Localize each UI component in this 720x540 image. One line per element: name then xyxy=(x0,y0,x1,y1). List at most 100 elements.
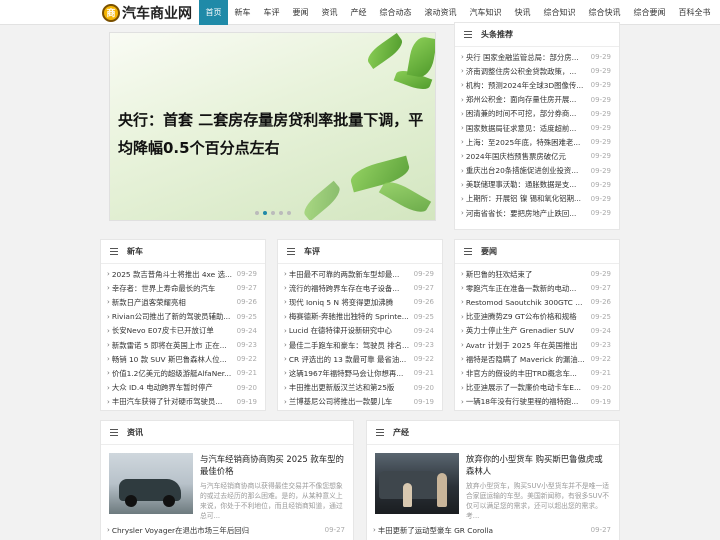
item-title[interactable]: 河南省省长：要把房地产止跌回... xyxy=(466,208,591,219)
list-item[interactable]: › 丰田最不可靠的两款新车型却最... 09-29 xyxy=(284,267,434,281)
list-item[interactable]: › 郑州公积金：面向存量住房开展... 09-29 xyxy=(461,93,611,107)
item-title[interactable]: 最佳二手跑车和豪车：驾驶员 排名... xyxy=(289,340,414,351)
feature-photo[interactable] xyxy=(109,453,193,514)
item-title[interactable]: 丰田更新了运动型豪车 GR Corolla xyxy=(378,525,591,536)
item-title[interactable]: 重庆出台20条措施促进创业投资... xyxy=(466,165,591,176)
carousel-dot[interactable] xyxy=(279,211,283,215)
nav-item[interactable]: 新车 xyxy=(228,0,257,25)
list-item[interactable]: › 上期所：开展铝 镍 锡和氧化铝期... 09-29 xyxy=(461,192,611,206)
list-item[interactable]: › 福特是否隐瞒了 Maverick 的漏油... 09-22 xyxy=(461,352,611,366)
item-title[interactable]: 畅销 10 款 SUV 斯巴鲁森林人位... xyxy=(112,354,237,365)
list-item[interactable]: › 长安Nevo E07皮卡已开放订单 09-24 xyxy=(107,324,257,338)
item-title[interactable]: 梅赛德斯-奔驰推出独特的 Sprinte... xyxy=(289,311,414,322)
list-item[interactable]: › 英力士停止生产 Grenadier SUV 09-24 xyxy=(461,324,611,338)
list-item[interactable]: › 2024年国庆档预售票房破亿元 09-29 xyxy=(461,149,611,163)
list-item[interactable]: › 这辆1967年福特野马会让你想再... 09-21 xyxy=(284,366,434,380)
list-item[interactable]: › 上海：至2025年底，特殊困难老... 09-29 xyxy=(461,135,611,149)
item-title[interactable]: 上期所：开展铝 镍 锡和氧化铝期... xyxy=(466,193,591,204)
nav-item[interactable]: 产经 xyxy=(344,0,373,25)
item-title[interactable]: 新款雷诺 5 即将在英国上市 正在... xyxy=(112,340,237,351)
item-title[interactable]: 幸存者：世界上寿命最长的汽车 xyxy=(112,283,237,294)
list-item[interactable]: › 丰田汽车获得了针对硬币驾驶员... 09-19 xyxy=(107,395,257,409)
item-title[interactable]: 比亚迪腾势Z9 GT公布价格和规格 xyxy=(466,311,591,322)
item-title[interactable]: Rivian公司推出了新的驾驶员辅助... xyxy=(112,311,237,322)
item-title[interactable]: 郑州公积金：面向存量住房开展... xyxy=(466,94,591,105)
item-title[interactable]: 2025 款吉普角斗士将推出 4xe 选... xyxy=(112,269,237,280)
item-title[interactable]: 2024年国庆档预售票房破亿元 xyxy=(466,151,591,162)
nav-item[interactable]: 资讯 xyxy=(315,0,344,25)
item-title[interactable]: 丰田最不可靠的两款新车型却最... xyxy=(289,269,414,280)
item-title[interactable]: 非官方的假设的丰田TRD概念车... xyxy=(466,368,591,379)
list-item[interactable]: › 流行的福特跨界车存在电子设备... 09-27 xyxy=(284,281,434,295)
item-title[interactable]: 机构：预测2024年全球3D图像传... xyxy=(466,80,591,91)
item-title[interactable]: 央行 国家金融监管总局：部分房... xyxy=(466,52,591,63)
carousel-dot[interactable] xyxy=(255,211,259,215)
item-title[interactable]: CR 评选出的 13 款最可靠 最省油... xyxy=(289,354,414,365)
item-title[interactable]: Avatr 计划于 2025 年在英国推出 xyxy=(466,340,591,351)
feature-photo[interactable] xyxy=(375,453,459,514)
item-title[interactable]: 一辆18年没有行驶里程的福特跑... xyxy=(466,396,591,407)
list-item[interactable]: › 最佳二手跑车和豪车：驾驶员 排名... 09-23 xyxy=(284,338,434,352)
item-title[interactable]: 新款日产逍客荣耀亮相 xyxy=(112,297,237,308)
hero-banner[interactable]: 央行：首套 二套房存量房贷利率批量下调，平均降幅0.5个百分点左右 xyxy=(109,32,436,221)
item-title[interactable]: 济南调整住房公积金贷款政策，... xyxy=(466,66,591,77)
list-item[interactable]: › 现代 Ioniq 5 N 将变得更加沸腾 09-26 xyxy=(284,295,434,309)
list-item[interactable]: › 兰博基尼公司将推出一款嬰儿车 09-19 xyxy=(284,395,434,409)
nav-item[interactable]: 综合动态 xyxy=(373,0,418,25)
nav-item[interactable]: 要闻 xyxy=(286,0,315,25)
list-item[interactable]: › Rivian公司推出了新的驾驶员辅助... 09-25 xyxy=(107,310,257,324)
carousel-dot[interactable] xyxy=(271,211,275,215)
list-item[interactable]: › 丰田推出更新版汉兰达和第25版 09-20 xyxy=(284,381,434,395)
list-item[interactable]: › 2025 款吉普角斗士将推出 4xe 选... 09-29 xyxy=(107,267,257,281)
list-item[interactable]: › 一辆18年没有行驶里程的福特跑... 09-19 xyxy=(461,395,611,409)
feature-title[interactable]: 放弃你的小型货车 购买斯巴鲁傲虎或森林人 xyxy=(466,453,611,477)
carousel-dot[interactable] xyxy=(287,211,291,215)
item-title[interactable]: 价值1.2亿美元的超级游艇AlfaNer... xyxy=(112,368,237,379)
item-title[interactable]: 斯巴鲁的狂欢结束了 xyxy=(466,269,591,280)
item-title[interactable]: 上海：至2025年底，特殊困难老... xyxy=(466,137,591,148)
nav-item[interactable]: 综合要闻 xyxy=(627,0,672,25)
list-item[interactable]: › 机构：预测2024年全球3D图像传... 09-29 xyxy=(461,78,611,92)
list-item[interactable]: › 价值1.2亿美元的超级游艇AlfaNer... 09-21 xyxy=(107,366,257,380)
item-title[interactable]: Lucid 在德特律开设新研究中心 xyxy=(289,325,414,336)
item-title[interactable]: 现代 Ioniq 5 N 将变得更加沸腾 xyxy=(289,297,414,308)
list-item[interactable]: › 新款雷诺 5 即将在英国上市 正在... 09-23 xyxy=(107,338,257,352)
list-item[interactable]: › Lucid 在德特律开设新研究中心 09-24 xyxy=(284,324,434,338)
item-title[interactable]: 这辆1967年福特野马会让你想再... xyxy=(289,368,414,379)
feature-title[interactable]: 与汽车经销商协商购买 2025 款车型的最佳价格 xyxy=(200,453,345,477)
list-item[interactable]: › 斯巴鲁的狂欢结束了 09-29 xyxy=(461,267,611,281)
item-title[interactable]: 困清兼的时间不可挖，部分券商... xyxy=(466,108,591,119)
list-item[interactable]: › Restomod Saoutchik 300GTC Ro... 09-26 xyxy=(461,295,611,309)
list-item[interactable]: › Chrysler Voyager在退出市场三年后回归 09-27 xyxy=(107,523,345,537)
item-title[interactable]: 流行的福特跨界车存在电子设备... xyxy=(289,283,414,294)
item-title[interactable]: 长安Nevo E07皮卡已开放订单 xyxy=(112,325,237,336)
item-title[interactable]: 丰田推出更新版汉兰达和第25版 xyxy=(289,382,414,393)
item-title[interactable]: 丰田汽车获得了针对硬币驾驶员... xyxy=(112,396,237,407)
list-item[interactable]: › CR 评选出的 13 款最可靠 最省油... 09-22 xyxy=(284,352,434,366)
list-item[interactable]: › 比亚迪展示了一款廉价电动卡车E... 09-20 xyxy=(461,381,611,395)
item-title[interactable]: 国家数据局征求意见：适度超前... xyxy=(466,123,591,134)
item-title[interactable]: Chrysler Voyager在退出市场三年后回归 xyxy=(112,525,325,536)
item-title[interactable]: 零跑汽车正在准备一款新的电动... xyxy=(466,283,591,294)
list-item[interactable]: › 国家数据局征求意见：适度超前... 09-29 xyxy=(461,121,611,135)
list-item[interactable]: › 幸存者：世界上寿命最长的汽车 09-27 xyxy=(107,281,257,295)
site-logo[interactable]: 商 汽车商业网 xyxy=(102,1,192,24)
item-title[interactable]: Restomod Saoutchik 300GTC Ro... xyxy=(466,298,591,307)
list-item[interactable]: › 新款日产逍客荣耀亮相 09-26 xyxy=(107,295,257,309)
list-item[interactable]: › 美联储理事沃勒：通胀数据是支... 09-29 xyxy=(461,178,611,192)
nav-item[interactable]: 百科全书 xyxy=(672,0,717,25)
item-title[interactable]: 福特是否隐瞒了 Maverick 的漏油... xyxy=(466,354,591,365)
list-item[interactable]: › 济南调整住房公积金贷款政策，... 09-29 xyxy=(461,64,611,78)
list-item[interactable]: › 困清兼的时间不可挖，部分券商... 09-29 xyxy=(461,107,611,121)
list-item[interactable]: › 零跑汽车正在准备一款新的电动... 09-27 xyxy=(461,281,611,295)
list-item[interactable]: › 央行 国家金融监管总局：部分房... 09-29 xyxy=(461,50,611,64)
item-title[interactable]: 比亚迪展示了一款廉价电动卡车E... xyxy=(466,382,591,393)
item-title[interactable]: 兰博基尼公司将推出一款嬰儿车 xyxy=(289,396,414,407)
carousel-dot[interactable] xyxy=(263,211,267,215)
feature-article[interactable]: 与汽车经销商协商购买 2025 款车型的最佳价格 与汽车经销商协商以获得最佳交易… xyxy=(101,445,353,521)
banner-caption[interactable]: 央行：首套 二套房存量房贷利率批量下调，平均降幅0.5个百分点左右 xyxy=(118,106,428,162)
list-item[interactable]: › 重庆出台20条措施促进创业投资... 09-29 xyxy=(461,164,611,178)
list-item[interactable]: › 比亚迪腾势Z9 GT公布价格和规格 09-25 xyxy=(461,310,611,324)
list-item[interactable]: › 河南省省长：要把房地产止跌回... 09-29 xyxy=(461,206,611,220)
item-title[interactable]: 美联储理事沃勒：通胀数据是支... xyxy=(466,179,591,190)
